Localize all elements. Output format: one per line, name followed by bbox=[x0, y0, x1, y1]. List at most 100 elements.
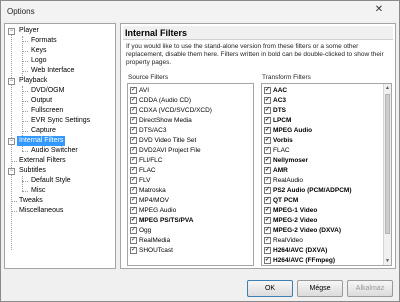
source-filter-item[interactable]: ✓ FLV bbox=[130, 177, 150, 185]
checkbox[interactable]: ✓ bbox=[264, 237, 271, 244]
transform-filter-item[interactable]: ✓ H264/AVC (DXVA) bbox=[264, 247, 327, 255]
transform-filter-item[interactable]: ✓ DTS bbox=[264, 107, 286, 115]
transform-filter-item[interactable]: ✓ Nellymoser bbox=[264, 157, 308, 165]
source-filter-item[interactable]: ✓ Ogg bbox=[130, 227, 151, 235]
checkbox[interactable]: ✓ bbox=[264, 257, 271, 264]
checkbox[interactable]: ✓ bbox=[264, 217, 271, 224]
checkbox[interactable]: ✓ bbox=[130, 147, 137, 154]
source-filter-item[interactable]: ✓ SHOUTcast bbox=[130, 247, 173, 255]
transform-filter-item[interactable]: ✓ AMR bbox=[264, 167, 288, 175]
tree-item-player[interactable]: Player bbox=[19, 26, 39, 36]
tree-item-dvd-ogm[interactable]: DVD/OGM bbox=[31, 86, 64, 96]
tree-item-fullscreen[interactable]: Fullscreen bbox=[31, 106, 63, 116]
source-filter-item[interactable]: ✓ MPEG PS/TS/PVA bbox=[130, 217, 193, 225]
checkbox[interactable]: ✓ bbox=[264, 107, 271, 114]
checkbox[interactable]: ✓ bbox=[264, 97, 271, 104]
collapse-icon[interactable]: − bbox=[8, 78, 15, 85]
checkbox[interactable]: ✓ bbox=[130, 237, 137, 244]
transform-filter-item[interactable]: ✓ PS2 Audio (PCM/ADPCM) bbox=[264, 187, 351, 195]
transform-filter-item[interactable]: ✓ RealVideo bbox=[264, 237, 303, 245]
checkbox[interactable]: ✓ bbox=[130, 127, 137, 134]
options-tree[interactable]: − Player Formats Keys Logo Web Interface… bbox=[4, 23, 116, 269]
transform-filter-item[interactable]: ✓ MPEG-2 Video bbox=[264, 217, 317, 225]
tree-item-playback[interactable]: Playback bbox=[19, 76, 47, 86]
transform-filter-item[interactable]: ✓ RealAudio bbox=[264, 177, 303, 185]
collapse-icon[interactable]: − bbox=[8, 28, 15, 35]
checkbox[interactable]: ✓ bbox=[264, 127, 271, 134]
checkbox[interactable]: ✓ bbox=[130, 97, 137, 104]
checkbox[interactable]: ✓ bbox=[264, 177, 271, 184]
transform-filters-list[interactable]: ▲ ▼ ✓ AAC ✓ AC3 ✓ DTS ✓ LPCM ✓ MPEG Audio ✓ Vorbis ✓… bbox=[261, 83, 392, 266]
source-filter-item[interactable]: ✓ CDXA (VCD/SVCD/XCD) bbox=[130, 107, 212, 115]
source-filter-item[interactable]: ✓ Matroska bbox=[130, 187, 166, 195]
checkbox[interactable]: ✓ bbox=[264, 197, 271, 204]
collapse-icon[interactable]: − bbox=[8, 168, 15, 175]
tree-item-external-filters[interactable]: External Filters bbox=[19, 156, 66, 166]
checkbox[interactable]: ✓ bbox=[130, 227, 137, 234]
checkbox[interactable]: ✓ bbox=[130, 217, 137, 224]
checkbox[interactable]: ✓ bbox=[264, 117, 271, 124]
tree-item-capture[interactable]: Capture bbox=[31, 126, 56, 136]
source-filter-item[interactable]: ✓ DVD2AVI Project File bbox=[130, 147, 201, 155]
transform-filter-item[interactable]: ✓ Vorbis bbox=[264, 137, 293, 145]
transform-filter-item[interactable]: ✓ FLAC bbox=[264, 147, 290, 155]
transform-filter-item[interactable]: ✓ MPEG-1 Video bbox=[264, 207, 317, 215]
checkbox[interactable]: ✓ bbox=[264, 227, 271, 234]
source-filter-item[interactable]: ✓ FLAC bbox=[130, 167, 156, 175]
transform-filter-item[interactable]: ✓ LPCM bbox=[264, 117, 291, 125]
close-icon[interactable]: ✕ bbox=[364, 3, 394, 17]
source-filter-item[interactable]: ✓ RealMedia bbox=[130, 237, 170, 245]
cancel-button[interactable]: Mégse bbox=[297, 280, 343, 297]
tree-item-subtitles[interactable]: Subtitles bbox=[19, 166, 46, 176]
source-filter-item[interactable]: ✓ FLI/FLC bbox=[130, 157, 162, 165]
tree-item-misc[interactable]: Misc bbox=[31, 186, 45, 196]
source-filter-item[interactable]: ✓ DirectShow Media bbox=[130, 117, 192, 125]
scrollbar-thumb[interactable] bbox=[385, 94, 390, 234]
checkbox[interactable]: ✓ bbox=[264, 157, 271, 164]
source-filter-item[interactable]: ✓ CDDA (Audio CD) bbox=[130, 97, 191, 105]
scroll-down-arrow-icon[interactable]: ▼ bbox=[384, 257, 391, 265]
tree-item-output[interactable]: Output bbox=[31, 96, 52, 106]
checkbox[interactable]: ✓ bbox=[130, 187, 137, 194]
source-filter-item[interactable]: ✓ DTS/AC3 bbox=[130, 127, 166, 135]
source-filters-list[interactable]: ✓ AVI ✓ CDDA (Audio CD) ✓ CDXA (VCD/SVCD/XCD)… bbox=[127, 83, 254, 266]
checkbox[interactable]: ✓ bbox=[130, 87, 137, 94]
checkbox[interactable]: ✓ bbox=[264, 187, 271, 194]
checkbox[interactable]: ✓ bbox=[264, 87, 271, 94]
checkbox[interactable]: ✓ bbox=[264, 167, 271, 174]
checkbox[interactable]: ✓ bbox=[264, 137, 271, 144]
checkbox[interactable]: ✓ bbox=[264, 147, 271, 154]
tree-item-web-interface[interactable]: Web Interface bbox=[31, 66, 74, 76]
transform-list-scrollbar[interactable]: ▲ ▼ bbox=[383, 84, 391, 265]
tree-item-default-style[interactable]: Default Style bbox=[31, 176, 71, 186]
tree-item-logo[interactable]: Logo bbox=[31, 56, 47, 66]
transform-filter-item[interactable]: ✓ H264/AVC (FFmpeg) bbox=[264, 257, 335, 265]
checkbox[interactable]: ✓ bbox=[130, 177, 137, 184]
checkbox[interactable]: ✓ bbox=[130, 117, 137, 124]
transform-filter-item[interactable]: ✓ AC3 bbox=[264, 97, 286, 105]
checkbox[interactable]: ✓ bbox=[130, 157, 137, 164]
tree-item-audio-switcher[interactable]: Audio Switcher bbox=[31, 146, 78, 156]
source-filter-item[interactable]: ✓ DVD Video Title Set bbox=[130, 137, 196, 145]
transform-filter-item[interactable]: ✓ QT PCM bbox=[264, 197, 298, 205]
tree-item-internal-filters[interactable]: Internal Filters bbox=[17, 136, 66, 146]
checkbox[interactable]: ✓ bbox=[130, 167, 137, 174]
scroll-up-arrow-icon[interactable]: ▲ bbox=[384, 84, 391, 92]
checkbox[interactable]: ✓ bbox=[264, 247, 271, 254]
source-filter-item[interactable]: ✓ MP4/MOV bbox=[130, 197, 169, 205]
checkbox[interactable]: ✓ bbox=[264, 207, 271, 214]
transform-filter-item[interactable]: ✓ AAC bbox=[264, 87, 287, 95]
apply-button[interactable]: Alkalmaz bbox=[347, 280, 393, 297]
transform-filter-item[interactable]: ✓ MPEG Audio bbox=[264, 127, 312, 135]
tree-item-miscellaneous[interactable]: Miscellaneous bbox=[19, 206, 63, 216]
checkbox[interactable]: ✓ bbox=[130, 197, 137, 204]
checkbox[interactable]: ✓ bbox=[130, 247, 137, 254]
ok-button[interactable]: OK bbox=[247, 280, 293, 297]
tree-item-tweaks[interactable]: Tweaks bbox=[19, 196, 43, 206]
checkbox[interactable]: ✓ bbox=[130, 207, 137, 214]
source-filter-item[interactable]: ✓ AVI bbox=[130, 87, 149, 95]
tree-item-evr-sync[interactable]: EVR Sync Settings bbox=[31, 116, 90, 126]
source-filter-item[interactable]: ✓ MPEG Audio bbox=[130, 207, 176, 215]
tree-item-keys[interactable]: Keys bbox=[31, 46, 47, 56]
checkbox[interactable]: ✓ bbox=[130, 107, 137, 114]
